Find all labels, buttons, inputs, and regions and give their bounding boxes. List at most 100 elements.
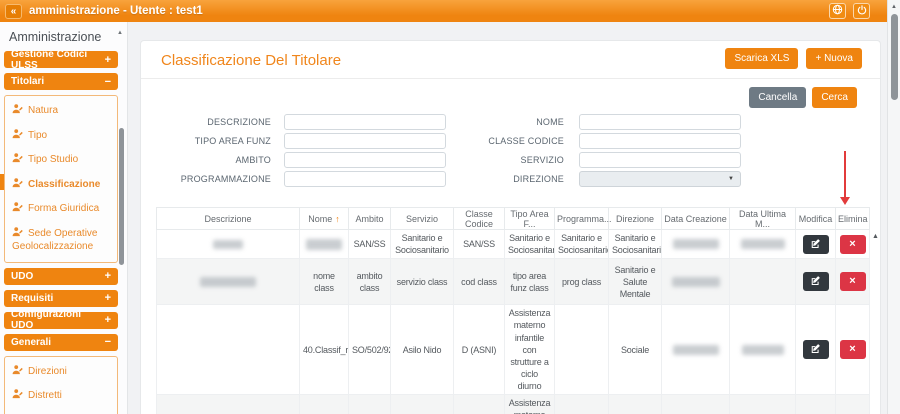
table-cell [157, 395, 300, 414]
power-icon [857, 2, 867, 20]
sidebar-item-label: Natura [28, 105, 58, 116]
column-header-servizio[interactable]: Servizio [391, 208, 454, 230]
sidebar-item-sede-operative-geolocalizzazione[interactable]: Sede Operative Geolocalizzazione [7, 222, 115, 259]
table-cell: SO/328/00 [349, 395, 391, 414]
x-icon: × [849, 239, 855, 250]
sidebar-item-tipo[interactable]: Tipo [7, 124, 115, 149]
sidebar-item-label: Direzioni [28, 366, 67, 377]
sidebar-item-direzioni[interactable]: Direzioni [7, 360, 115, 385]
delete-button[interactable]: × [840, 235, 866, 254]
sidebar-group-generali[interactable]: Generali − [4, 334, 118, 351]
language-globe-button[interactable] [829, 3, 846, 19]
direzione-label: DIREZIONE [471, 174, 564, 184]
edit-button[interactable] [803, 272, 829, 291]
sidebar-group-configurazioni-udo[interactable]: Configurazioni UDO + [4, 312, 118, 329]
column-header-ambito[interactable]: Ambito [349, 208, 391, 230]
divider [141, 78, 880, 79]
table-cell-elimina: × [836, 259, 870, 305]
table-cell: Sanitario e Sociosanitario [391, 230, 454, 259]
column-header-tipo-area-f[interactable]: Tipo Area F... [505, 208, 555, 230]
descrizione-input[interactable] [284, 114, 446, 130]
table-cell: nome class [300, 259, 349, 305]
download-xls-button[interactable]: Scarica XLS [725, 48, 798, 69]
edit-button[interactable] [803, 340, 829, 359]
table-cell [662, 305, 730, 395]
edit-button[interactable] [803, 235, 829, 254]
table-cell-elimina: × [836, 305, 870, 395]
window-title: amministrazione - Utente : test1 [29, 5, 203, 17]
x-icon: × [849, 344, 855, 355]
sidebar-item-distretti[interactable]: Distretti [7, 384, 115, 409]
plus-icon: + [105, 54, 111, 66]
redacted-text [741, 239, 785, 249]
table-cell: Asilo Nido [391, 305, 454, 395]
column-header-direzione[interactable]: Direzione [609, 208, 662, 230]
table-cell [157, 305, 300, 395]
group-label: Gestione Codici ULSS [11, 49, 105, 71]
table-cell: Micronido (EX-Nidofamiglia) [391, 395, 454, 414]
new-button[interactable]: + Nuova [806, 48, 862, 69]
column-header-data-creazione[interactable]: Data Creazione [662, 208, 730, 230]
search-button[interactable]: Cerca [812, 87, 857, 108]
direzione-select[interactable]: ▼ [579, 171, 741, 187]
search-form-left: DESCRIZIONE TIPO AREA FUNZ AMBITO PROGRA… [163, 114, 446, 190]
sidebar-title: Amministrazione [0, 22, 127, 51]
table-row: 41.Classif_re...SO/328/00Micronido (EX-N… [157, 395, 870, 414]
table-cell [157, 230, 300, 259]
table-cell [662, 259, 730, 305]
sidebar-item-classificazione[interactable]: Classificazione [7, 173, 115, 198]
sidebar-group-requisiti[interactable]: Requisiti + [4, 290, 118, 307]
table-cell: servizio class [391, 259, 454, 305]
servizio-label: SERVIZIO [471, 155, 564, 165]
table-cell [157, 259, 300, 305]
descrizione-label: DESCRIZIONE [163, 117, 271, 127]
column-header-classe-codice[interactable]: Classe Codice [454, 208, 505, 230]
logout-power-button[interactable] [853, 3, 870, 19]
programmazione-input[interactable] [284, 171, 446, 187]
sidebar-item-uffici[interactable]: Uffici [7, 409, 115, 414]
sidebar-group-udo[interactable]: UDO + [4, 268, 118, 285]
user-edit-icon [12, 104, 23, 119]
table-cell: D (ASNI) [454, 305, 505, 395]
delete-button[interactable]: × [840, 340, 866, 359]
sidebar-group-titolari[interactable]: Titolari − [4, 73, 118, 90]
page-scrollbar[interactable]: ▲ [887, 0, 900, 414]
scroll-up-icon[interactable]: ▲ [888, 0, 900, 10]
topbar: « amministrazione - Utente : test1 [0, 0, 887, 22]
plus-icon: + [105, 292, 111, 304]
table-scroll-up-icon[interactable]: ▲ [872, 233, 879, 240]
table-cell: Assistenza materno infantile con struttu… [505, 305, 555, 395]
sidebar-scroll-up-icon[interactable]: ▲ [117, 30, 123, 36]
chevron-down-icon: ▼ [728, 176, 734, 182]
titolari-submenu: Natura Tipo Tipo Studio Classificazione … [4, 95, 118, 263]
table-cell-elimina: × [836, 395, 870, 414]
delete-button[interactable]: × [840, 272, 866, 291]
ambito-input[interactable] [284, 152, 446, 168]
sidebar-item-label: Sede Operative Geolocalizzazione [12, 228, 98, 253]
sidebar-item-forma-giuridica[interactable]: Forma Giuridica [7, 197, 115, 222]
pencil-square-icon [810, 237, 821, 252]
clear-button[interactable]: Cancella [749, 87, 806, 108]
column-header-programma[interactable]: Programma... [555, 208, 609, 230]
sidebar-item-label: Distretti [28, 390, 62, 401]
nome-input[interactable] [579, 114, 741, 130]
table-cell: prog class [555, 259, 609, 305]
sidebar-item-tipo-studio[interactable]: Tipo Studio [7, 148, 115, 173]
sidebar-scrollbar-thumb[interactable] [119, 128, 124, 265]
minus-icon: − [105, 76, 111, 88]
servizio-input[interactable] [579, 152, 741, 168]
column-header-data-ultima-m[interactable]: Data Ultima M... [730, 208, 796, 230]
sidebar-group-gestione-codici-ulss[interactable]: Gestione Codici ULSS + [4, 51, 118, 68]
tipo-area-funz-input[interactable] [284, 133, 446, 149]
page-scrollbar-thumb[interactable] [891, 14, 898, 100]
annotation-arrow-head [840, 197, 850, 205]
column-header-nome[interactable]: Nome↑ [300, 208, 349, 230]
column-header-descrizione[interactable]: Descrizione [157, 208, 300, 230]
sidebar-item-natura[interactable]: Natura [7, 99, 115, 124]
sidebar-collapse-button[interactable]: « [5, 4, 22, 19]
classe-codice-input[interactable] [579, 133, 741, 149]
table-cell: SAN/SS [349, 230, 391, 259]
user-edit-icon [12, 365, 23, 380]
table-cell: 40.Classif_re... [300, 305, 349, 395]
main-panel: Classificazione Del Titolare Scarica XLS… [140, 40, 881, 414]
